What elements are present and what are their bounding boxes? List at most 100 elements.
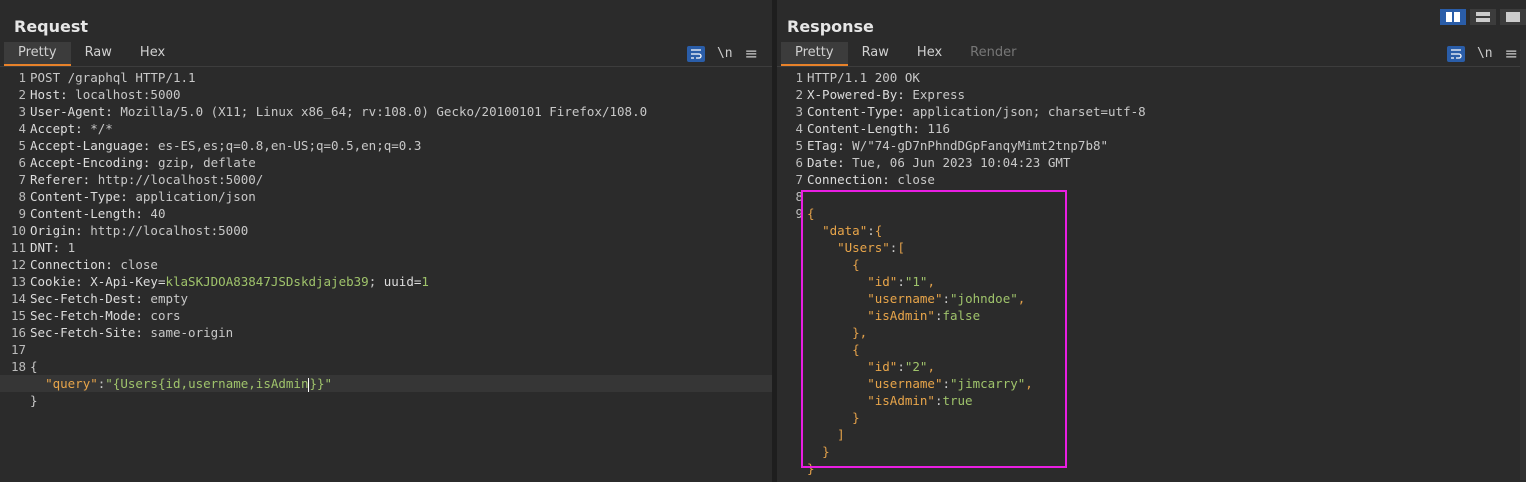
- request-tab-pretty[interactable]: Pretty: [4, 42, 71, 66]
- code-line: 2 X-Powered-By: Express: [777, 86, 1526, 103]
- code-line: 15 Sec-Fetch-Mode: cors: [0, 307, 772, 324]
- code-line: 2 Host: localhost:5000: [0, 86, 772, 103]
- header-value: HTTP/1.1 200 OK: [807, 70, 920, 85]
- code-line: 1 HTTP/1.1 200 OK: [777, 69, 1526, 86]
- code-line: 13 Cookie: X-Api-Key=klaSKJDOA83847JSDskd…: [0, 273, 772, 290]
- code-line: 8 Content-Type: application/json: [0, 188, 772, 205]
- code-line: 17: [0, 341, 772, 358]
- header-name: Content-Type:: [30, 189, 128, 204]
- line-content: Content-Length: 40: [30, 205, 165, 222]
- header-value: */*: [82, 121, 113, 136]
- code-line: 6 Date: Tue, 06 Jun 2023 10:04:23 GMT: [777, 154, 1526, 171]
- code-line: 3 Content-Type: application/json; charset…: [777, 103, 1526, 120]
- header-value: http://localhost:5000/: [90, 172, 264, 187]
- line-content: User-Agent: Mozilla/5.0 (X11; Linux x86_…: [30, 103, 647, 120]
- json-key: "query": [45, 376, 98, 391]
- header-value: localhost:5000: [67, 87, 181, 102]
- line-content: POST /graphql HTTP/1.1: [30, 69, 196, 86]
- newline-toggle-button[interactable]: \n: [1477, 46, 1493, 61]
- line-content: Date: Tue, 06 Jun 2023 10:04:23 GMT: [807, 154, 1070, 171]
- header-value: empty: [142, 291, 189, 306]
- line-number: 6: [18, 155, 26, 170]
- line-content: Cookie: X-Api-Key=klaSKJDOA83847JSDskdja…: [30, 274, 429, 289]
- response-toolbar: \n ≡: [1446, 44, 1518, 63]
- header-value: Express: [904, 87, 966, 102]
- request-panel: Request Pretty Raw Hex \n ≡ 1 POST /graph…: [0, 0, 772, 482]
- header-value: es-ES,es;q=0.8,en-US;q=0.5,en;q=0.3: [150, 138, 422, 153]
- side-by-side-layout-icon[interactable]: [1440, 9, 1466, 25]
- header-value: 1: [60, 240, 76, 255]
- header-name: Sec-Fetch-Mode:: [30, 308, 143, 323]
- header-name: Sec-Fetch-Site:: [30, 325, 143, 340]
- header-name: ETag:: [807, 138, 845, 153]
- header-name: Host:: [30, 87, 68, 102]
- line-number: 1: [18, 70, 26, 85]
- line-number: 4: [795, 121, 803, 136]
- code-line: }: [0, 392, 772, 409]
- code-line: 7 Referer: http://localhost:5000/: [0, 171, 772, 188]
- json-value: }}": [309, 376, 333, 391]
- code-line: "query":"{Users{id,username,isAdmin}}": [0, 375, 772, 392]
- header-value: 40: [142, 206, 166, 221]
- code-line: 9 Content-Length: 40: [0, 205, 772, 222]
- response-tabs: Pretty Raw Hex Render: [781, 42, 1030, 66]
- header-name: Sec-Fetch-Dest:: [30, 291, 143, 306]
- line-content: Host: localhost:5000: [30, 86, 181, 103]
- header-name: Accept:: [30, 121, 83, 136]
- header-value: W/"74-gD7nPhndDGpFanqyMimt2tnp7b8": [844, 138, 1109, 153]
- response-tab-hex[interactable]: Hex: [903, 42, 956, 66]
- word-wrap-icon[interactable]: [1446, 45, 1465, 62]
- response-tab-render[interactable]: Render: [956, 42, 1030, 66]
- header-name: Connection:: [807, 172, 890, 187]
- line-number: 10: [10, 223, 26, 238]
- request-tab-raw[interactable]: Raw: [71, 42, 126, 66]
- line-number: 8: [18, 189, 26, 204]
- line-content: Accept: */*: [30, 120, 113, 137]
- request-title: Request: [14, 17, 89, 36]
- header-value: http://localhost:5000: [82, 223, 249, 238]
- stacked-layout-icon[interactable]: [1470, 9, 1496, 25]
- line-number: 15: [10, 308, 26, 323]
- code-line: 3 User-Agent: Mozilla/5.0 (X11; Linux x86…: [0, 103, 772, 120]
- line-content: Accept-Encoding: gzip, deflate: [30, 154, 256, 171]
- code-line: 12 Connection: close: [0, 256, 772, 273]
- header-value: close: [889, 172, 935, 187]
- line-content: Origin: http://localhost:5000: [30, 222, 248, 239]
- line-number: 13: [10, 274, 26, 289]
- single-pane-layout-icon[interactable]: [1500, 9, 1526, 25]
- response-title: Response: [787, 17, 874, 36]
- line-number: 1: [795, 70, 803, 85]
- header-value: 116: [919, 121, 950, 136]
- cookie-separator: ;: [368, 274, 384, 289]
- request-editor[interactable]: 1 POST /graphql HTTP/1.1 2 Host: localhost:…: [0, 69, 772, 482]
- line-number: 18: [10, 359, 26, 374]
- response-tab-raw[interactable]: Raw: [848, 42, 903, 66]
- line-content: Connection: close: [807, 171, 935, 188]
- header-value: application/json; charset=utf-8: [904, 104, 1146, 119]
- line-content: {: [30, 358, 38, 375]
- code-line: 4 Content-Length: 116: [777, 120, 1526, 137]
- line-number: 4: [18, 121, 26, 136]
- line-content: }: [30, 392, 38, 409]
- code-line: 1 POST /graphql HTTP/1.1: [0, 69, 772, 86]
- line-number: 14: [10, 291, 26, 306]
- json-brace: {: [30, 359, 38, 374]
- request-tab-hex[interactable]: Hex: [126, 42, 179, 66]
- code-line: 14 Sec-Fetch-Dest: empty: [0, 290, 772, 307]
- line-content: DNT: 1: [30, 239, 75, 256]
- request-tabs: Pretty Raw Hex: [4, 42, 179, 66]
- line-content: Accept-Language: es-ES,es;q=0.8,en-US;q=…: [30, 137, 421, 154]
- line-content: Sec-Fetch-Mode: cors: [30, 307, 181, 324]
- menu-icon[interactable]: ≡: [1505, 44, 1518, 63]
- line-number: 2: [795, 87, 803, 102]
- header-value: application/json: [127, 189, 256, 204]
- response-tab-pretty[interactable]: Pretty: [781, 42, 848, 66]
- menu-icon[interactable]: ≡: [745, 44, 758, 63]
- newline-toggle-button[interactable]: \n: [717, 46, 733, 61]
- code-line: 16 Sec-Fetch-Site: same-origin: [0, 324, 772, 341]
- tab-divider: [777, 66, 1526, 67]
- word-wrap-icon[interactable]: [686, 45, 705, 62]
- header-name: Accept-Encoding:: [30, 155, 151, 170]
- response-scrollbar[interactable]: [1520, 40, 1526, 480]
- header-value: close: [112, 257, 158, 272]
